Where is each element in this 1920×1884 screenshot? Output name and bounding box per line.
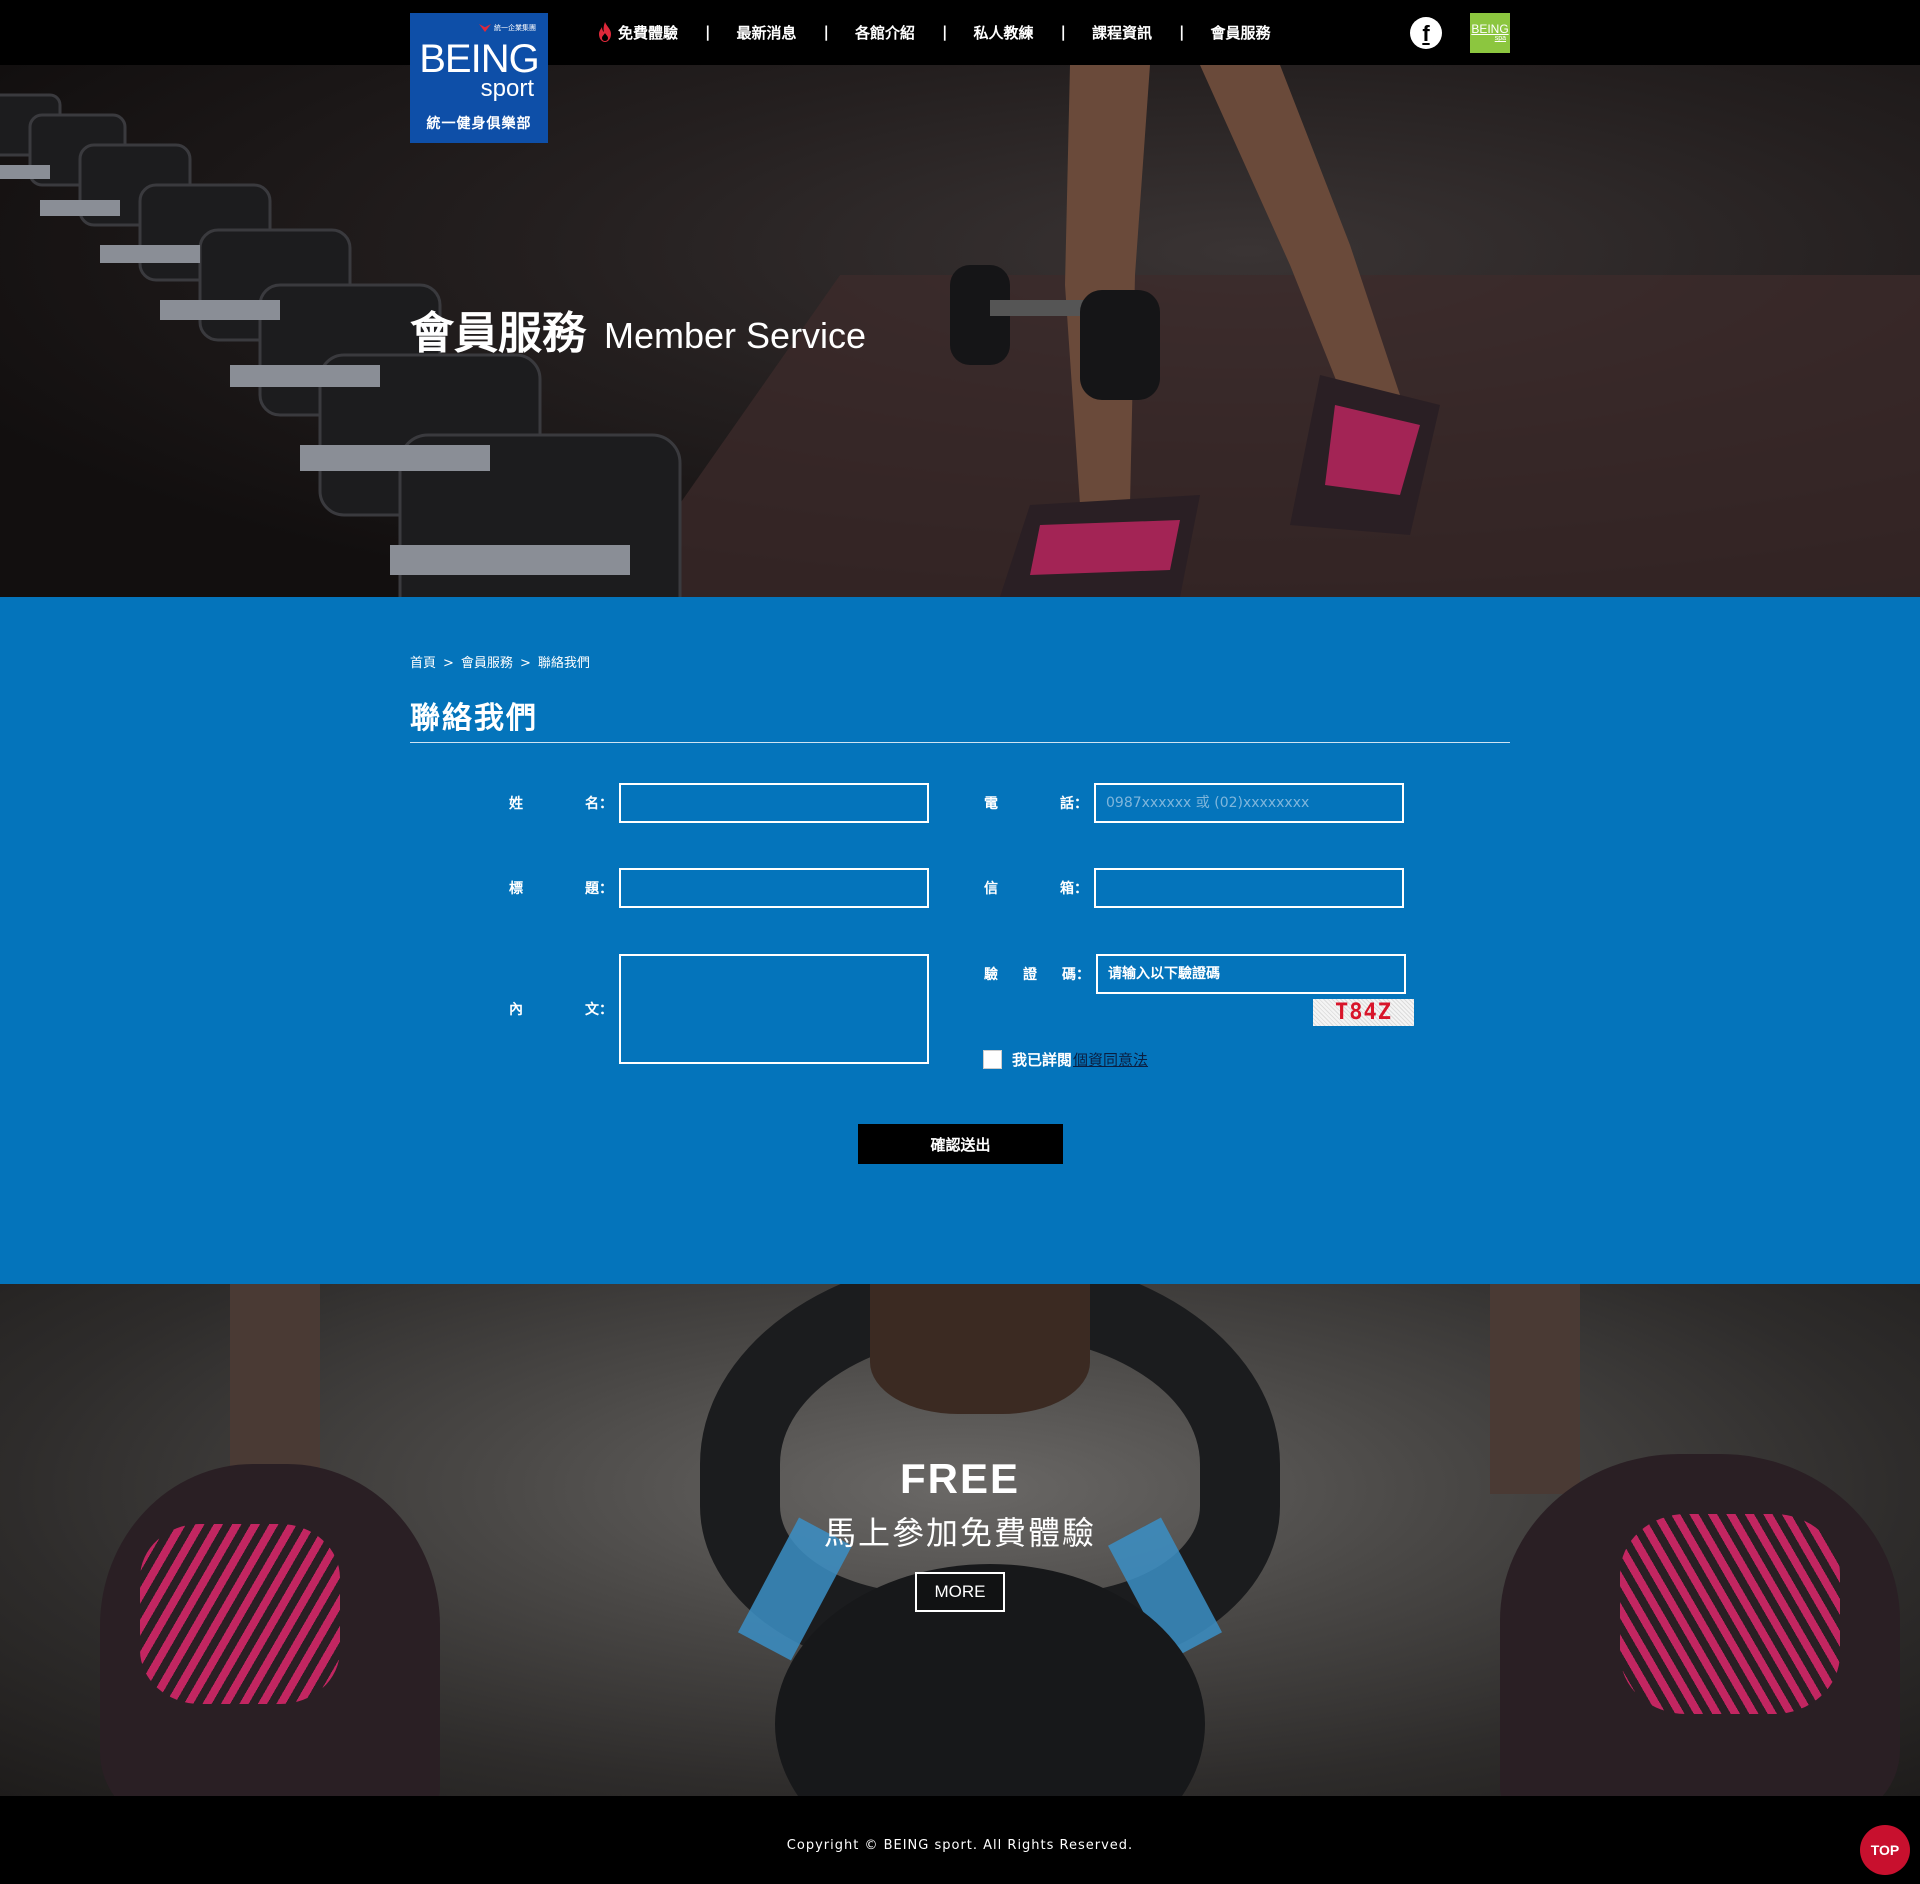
nav-label: 最新消息 xyxy=(736,23,797,42)
nav-item-free-trial[interactable]: 免費體驗 xyxy=(598,22,678,43)
breadcrumb-member-service[interactable]: 會員服務 xyxy=(461,656,513,671)
submit-button[interactable]: 確認送出 xyxy=(858,1124,1063,1164)
name-input[interactable] xyxy=(619,783,929,823)
captcha-label: 驗 證 碼： xyxy=(984,964,1096,984)
label-part: 箱： xyxy=(1060,881,1088,897)
email-label: 信 箱： xyxy=(984,878,1094,898)
captcha-input[interactable] xyxy=(1096,954,1406,994)
nav-separator: | xyxy=(1060,23,1066,41)
label-part: 話： xyxy=(1060,796,1088,812)
phone-input[interactable] xyxy=(1094,783,1404,823)
logo-tagline: 統一健身俱樂部 xyxy=(426,116,532,132)
logo-sub: sport xyxy=(480,75,534,102)
breadcrumb-separator: > xyxy=(443,656,454,671)
nav-item-courses[interactable]: 課程資訊 xyxy=(1092,22,1152,43)
nav-label: 免費體驗 xyxy=(618,23,679,42)
privacy-policy-link[interactable]: 個資同意法 xyxy=(1073,1049,1148,1070)
more-button[interactable]: MORE xyxy=(915,1572,1005,1612)
breadcrumb-home[interactable]: 首頁 xyxy=(410,656,436,671)
back-to-top-button[interactable]: TOP xyxy=(1860,1825,1910,1875)
agree-text: 我已詳閱 xyxy=(1012,1051,1073,1069)
hero-banner: 會員服務 Member Service xyxy=(0,65,1920,597)
nav-label: 會員服務 xyxy=(1210,23,1271,42)
main-nav: 免費體驗 | 最新消息 | 各館介紹 | 私人教練 | 課程資訊 | 會員服務 xyxy=(598,20,1271,44)
right-shoe-image xyxy=(1500,1454,1900,1796)
footer: Copyright © BEING sport. All Rights Rese… xyxy=(0,1796,1920,1884)
copyright: Copyright © BEING sport. All Rights Rese… xyxy=(786,1838,1134,1853)
breadcrumb: 首頁 > 會員服務 > 聯絡我們 xyxy=(410,652,590,671)
nav-separator: | xyxy=(705,23,711,41)
content-label: 內 文： xyxy=(509,999,619,1019)
phone-label: 電 話： xyxy=(984,793,1094,813)
nav-item-personal-trainer[interactable]: 私人教練 xyxy=(974,22,1034,43)
logo-group-text: 統一企業集團 xyxy=(494,24,536,32)
content-textarea[interactable] xyxy=(619,954,929,1064)
email-input[interactable] xyxy=(1094,868,1404,908)
nav-label: 課程資訊 xyxy=(1092,23,1153,42)
being-spa-logo[interactable]: BEING spa xyxy=(1470,13,1510,53)
nav-separator: | xyxy=(942,23,948,41)
label-part: 文： xyxy=(585,1002,613,1018)
nav-item-news[interactable]: 最新消息 xyxy=(737,22,797,43)
subject-label: 標 題： xyxy=(509,878,619,898)
captcha-row: 驗 證 碼： xyxy=(984,954,1406,994)
subject-input[interactable] xyxy=(619,868,929,908)
label-part: 標 xyxy=(509,881,523,897)
group-mark-icon xyxy=(479,24,491,32)
athlete-lunge-image xyxy=(950,65,1440,597)
free-trial-banner: FREE 馬上參加免費體驗 MORE xyxy=(0,1284,1920,1796)
page-title: 聯絡我們 xyxy=(410,701,538,736)
label-part: 題： xyxy=(585,881,613,897)
breadcrumb-current: 聯絡我們 xyxy=(537,656,590,671)
agree-checkbox[interactable] xyxy=(983,1050,1002,1069)
hand-image xyxy=(870,1284,1090,1414)
nav-label: 各館介紹 xyxy=(855,23,916,42)
hero-title-en: Member Service xyxy=(604,315,867,356)
logo-group: 統一企業集團 xyxy=(479,23,536,33)
free-heading: FREE xyxy=(899,1455,1020,1502)
nav-item-branches[interactable]: 各館介紹 xyxy=(855,22,915,43)
being-sport-logo[interactable]: 統一企業集團 BEING sport 統一健身俱樂部 xyxy=(410,13,548,143)
content-row: 內 文： xyxy=(509,954,929,1064)
label-part: 內 xyxy=(509,1002,523,1018)
nav-item-member-service[interactable]: 會員服務 xyxy=(1211,22,1271,43)
free-subtitle: 馬上參加免費體驗 xyxy=(823,1514,1096,1552)
facebook-icon[interactable]: f xyxy=(1410,17,1442,49)
label-part: 名： xyxy=(585,796,613,812)
nav-separator: | xyxy=(1179,23,1185,41)
name-label: 姓 名： xyxy=(509,793,619,813)
logo-brand: BEING xyxy=(419,37,539,81)
nav-separator: | xyxy=(823,23,829,41)
top-bar: 免費體驗 | 最新消息 | 各館介紹 | 私人教練 | 課程資訊 | 會員服務 … xyxy=(0,0,1920,65)
spa-brand: BEING xyxy=(1471,22,1509,36)
flame-icon xyxy=(599,22,611,42)
label-part: 信 xyxy=(984,881,998,897)
label-part: 姓 xyxy=(509,796,523,812)
email-row: 信 箱： xyxy=(984,868,1404,908)
privacy-agree: 我已詳閱 個資同意法 xyxy=(983,1049,1148,1070)
hero-title-zh: 會員服務 xyxy=(410,308,586,359)
captcha-image[interactable]: T84Z xyxy=(1313,999,1414,1026)
nav-label: 私人教練 xyxy=(973,23,1034,42)
hero-title: 會員服務 Member Service xyxy=(410,297,866,361)
name-row: 姓 名： xyxy=(509,783,929,823)
spa-sub: spa xyxy=(1494,35,1506,42)
title-divider xyxy=(410,742,1510,743)
label-part: 證 xyxy=(1023,967,1037,983)
phone-row: 電 話： xyxy=(984,783,1404,823)
label-part: 碼： xyxy=(1062,967,1090,983)
label-part: 電 xyxy=(984,796,998,812)
label-part: 驗 xyxy=(984,967,998,983)
breadcrumb-separator: > xyxy=(519,656,531,671)
contact-section: 首頁 > 會員服務 > 聯絡我們 聯絡我們 姓 名： 電 話： 標 題： 信 箱： 內 文： 驗 證… xyxy=(0,597,1920,1284)
subject-row: 標 題： xyxy=(509,868,929,908)
